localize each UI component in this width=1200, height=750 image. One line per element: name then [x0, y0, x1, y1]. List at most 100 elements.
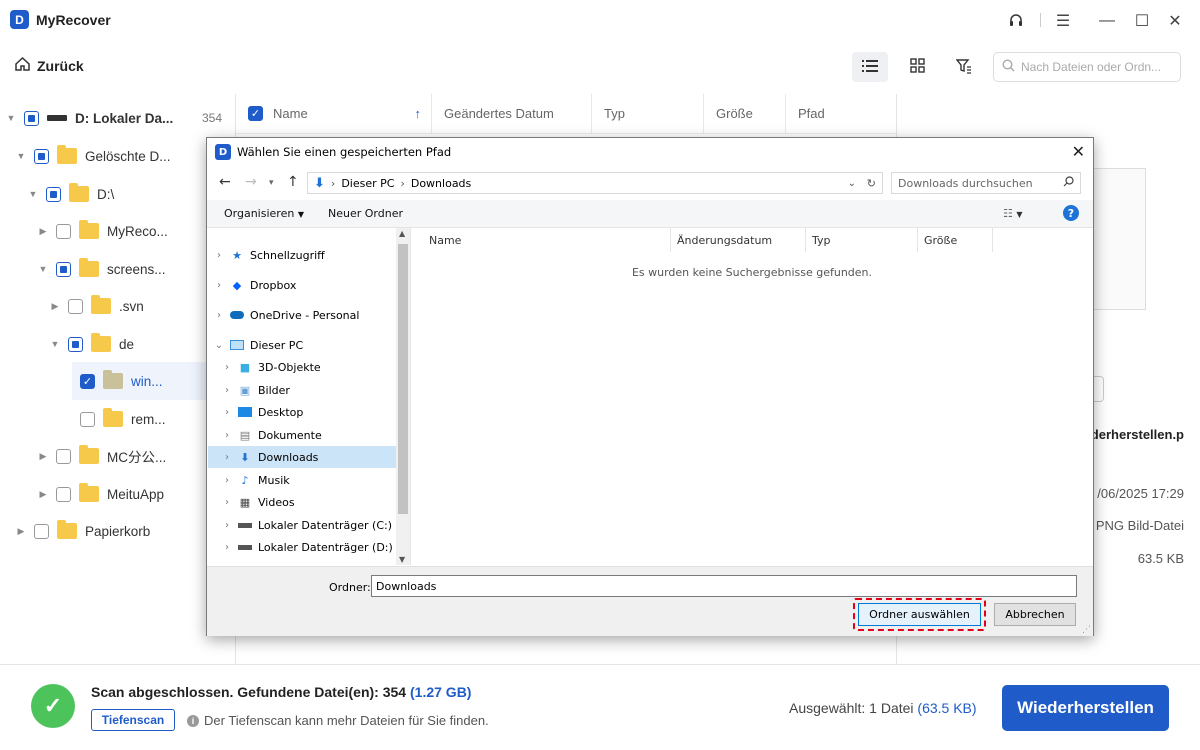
- expand-icon[interactable]: ›: [222, 520, 232, 531]
- expand-icon[interactable]: ▶: [38, 489, 48, 500]
- address-dropdown-icon[interactable]: ⌄: [848, 178, 856, 189]
- tree-checkbox[interactable]: ✓: [80, 373, 95, 389]
- scroll-down-icon[interactable]: ▼: [399, 555, 405, 564]
- search-input[interactable]: Nach Dateien oder Ordn...: [993, 52, 1181, 82]
- minimize-icon[interactable]: —: [1096, 10, 1118, 32]
- back-button[interactable]: Zurück: [14, 56, 84, 75]
- collapse-icon[interactable]: ▼: [28, 189, 38, 199]
- deep-scan-button[interactable]: Tiefenscan: [91, 709, 175, 731]
- expand-icon[interactable]: ›: [222, 385, 232, 396]
- nav-up-icon[interactable]: ↑: [287, 174, 299, 190]
- tree-item-rem[interactable]: rem...: [80, 400, 166, 438]
- view-options-icon[interactable]: ☷ ▼: [1003, 207, 1023, 220]
- expand-icon[interactable]: ›: [214, 280, 224, 291]
- refresh-icon[interactable]: ↻: [867, 177, 876, 190]
- folder-name-input[interactable]: Downloads: [371, 575, 1077, 597]
- tree-item-svn[interactable]: ▶ .svn: [50, 287, 144, 325]
- tree-checkbox[interactable]: [80, 411, 95, 427]
- tree-checkbox[interactable]: [56, 448, 71, 464]
- dialog-column-name[interactable]: Name: [411, 228, 671, 252]
- help-icon[interactable]: ?: [1063, 205, 1079, 221]
- column-type[interactable]: Typ: [592, 94, 704, 133]
- nav-item-drive-c[interactable]: › Lokaler Datenträger (C:): [208, 514, 396, 536]
- collapse-icon[interactable]: ⌄: [214, 340, 224, 351]
- nav-item-music[interactable]: › ♪ Musik: [208, 469, 396, 491]
- list-view-button[interactable]: [852, 52, 888, 82]
- scroll-up-icon[interactable]: ▲: [399, 229, 405, 238]
- filter-button[interactable]: [946, 52, 982, 82]
- tree-checkbox[interactable]: [34, 523, 49, 539]
- nav-item-this-pc[interactable]: ⌄ Dieser PC: [208, 334, 396, 356]
- dialog-column-type[interactable]: Typ: [806, 228, 918, 252]
- support-headset-icon[interactable]: [1005, 10, 1027, 32]
- expand-icon[interactable]: ›: [222, 452, 232, 463]
- sort-arrow-icon[interactable]: ↑: [415, 106, 422, 121]
- nav-back-icon[interactable]: ←: [219, 174, 231, 190]
- expand-icon[interactable]: ›: [222, 407, 232, 418]
- expand-icon[interactable]: ›: [214, 310, 224, 321]
- resize-grip-icon[interactable]: ⋰: [1082, 625, 1091, 635]
- expand-icon[interactable]: ›: [222, 362, 232, 373]
- expand-icon[interactable]: ▶: [38, 451, 48, 462]
- column-modified[interactable]: Geändertes Datum: [432, 94, 592, 133]
- menu-icon[interactable]: ☰: [1052, 10, 1074, 32]
- collapse-icon[interactable]: ▼: [50, 339, 60, 349]
- nav-item-dropbox[interactable]: › ◆ Dropbox: [208, 274, 396, 296]
- tree-item-deleted[interactable]: ▼ Gelöschte D... 2: [16, 137, 234, 175]
- breadcrumb-item[interactable]: Dieser PC: [341, 177, 394, 190]
- tree-item-meitu[interactable]: ▶ MeituApp: [38, 475, 164, 513]
- recent-dropdown-icon[interactable]: ▾: [269, 178, 274, 188]
- column-size[interactable]: Größe: [704, 94, 786, 133]
- tree-item-myreco[interactable]: ▶ MyReco...: [38, 212, 168, 250]
- nav-item-documents[interactable]: › ▤ Dokumente: [208, 424, 396, 446]
- dialog-search-input[interactable]: Downloads durchsuchen: [891, 172, 1081, 194]
- nav-item-downloads[interactable]: › ⬇ Downloads: [208, 446, 396, 468]
- restore-button[interactable]: Wiederherstellen: [1002, 685, 1169, 731]
- nav-item-quick-access[interactable]: › ★ Schnellzugriff: [208, 244, 396, 266]
- tree-item-trash[interactable]: ▶ Papierkorb: [16, 512, 150, 550]
- tree-item-root[interactable]: ▼ D: Lokaler Da... 354: [6, 99, 234, 137]
- dialog-close-icon[interactable]: ✕: [1072, 142, 1085, 161]
- tree-item-d[interactable]: ▼ D:\: [28, 175, 114, 213]
- tree-checkbox[interactable]: [68, 336, 83, 352]
- dialog-column-modified[interactable]: Änderungsdatum: [671, 228, 806, 252]
- grid-view-button[interactable]: [899, 52, 935, 82]
- expand-icon[interactable]: ▶: [50, 301, 60, 312]
- new-folder-button[interactable]: Neuer Ordner: [328, 207, 403, 220]
- tree-item-screens[interactable]: ▼ screens...: [38, 250, 166, 288]
- nav-item-onedrive[interactable]: › OneDrive - Personal: [208, 304, 396, 326]
- nav-forward-icon[interactable]: →: [245, 174, 257, 190]
- close-icon[interactable]: ✕: [1164, 10, 1186, 32]
- tree-checkbox[interactable]: [24, 110, 39, 126]
- nav-item-videos[interactable]: › ▦ Videos: [208, 491, 396, 513]
- expand-icon[interactable]: ›: [214, 250, 224, 261]
- breadcrumb-item[interactable]: Downloads: [411, 177, 471, 190]
- expand-icon[interactable]: ›: [222, 475, 232, 486]
- tree-checkbox[interactable]: [34, 148, 49, 164]
- nav-scroll-thumb[interactable]: [398, 244, 408, 514]
- column-path[interactable]: Pfad: [786, 94, 896, 133]
- collapse-icon[interactable]: ▼: [6, 113, 16, 123]
- nav-item-3d-objects[interactable]: › ■ 3D-Objekte: [208, 356, 396, 378]
- tree-checkbox[interactable]: [56, 261, 71, 277]
- tree-item-de[interactable]: ▼ de: [50, 325, 134, 363]
- expand-icon[interactable]: ›: [222, 497, 232, 508]
- tree-item-mc[interactable]: ▶ MC分公...: [38, 437, 166, 475]
- tree-checkbox[interactable]: [56, 486, 71, 502]
- tree-checkbox[interactable]: [46, 186, 61, 202]
- collapse-icon[interactable]: ▼: [38, 264, 48, 274]
- cancel-button[interactable]: Abbrechen: [994, 603, 1076, 626]
- collapse-icon[interactable]: ▼: [16, 151, 26, 161]
- nav-item-desktop[interactable]: › Desktop: [208, 401, 396, 423]
- column-name[interactable]: ✓ Name ↑: [236, 94, 432, 133]
- tree-checkbox[interactable]: [68, 298, 83, 314]
- nav-scrollbar[interactable]: ▲ ▼: [396, 228, 410, 565]
- expand-icon[interactable]: ▶: [16, 526, 26, 537]
- organize-button[interactable]: Organisieren ▼: [224, 207, 304, 220]
- expand-icon[interactable]: ›: [222, 430, 232, 441]
- maximize-icon[interactable]: ☐: [1131, 10, 1153, 32]
- address-bar[interactable]: ⬇ › Dieser PC › Downloads ⌄ ↻: [307, 172, 883, 194]
- nav-item-drive-d[interactable]: › Lokaler Datenträger (D:): [208, 536, 396, 558]
- dialog-column-size[interactable]: Größe: [918, 228, 993, 252]
- nav-item-pictures[interactable]: › ▣ Bilder: [208, 379, 396, 401]
